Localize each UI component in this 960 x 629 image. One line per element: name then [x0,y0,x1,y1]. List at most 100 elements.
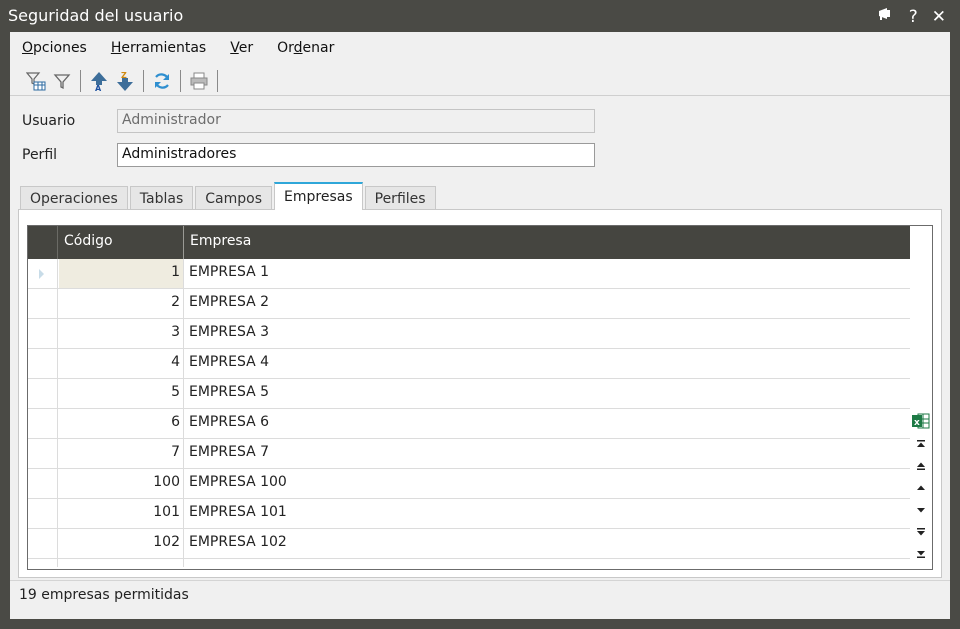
toolbar-separator [143,69,144,92]
toolbar-separator [180,69,181,92]
filter-table-icon[interactable] [26,70,46,92]
print-icon[interactable] [189,70,209,92]
usuario-field: Administrador [117,109,595,133]
toolbar: A Z [10,66,950,96]
menu-ver-accel: V [230,40,239,56]
row-indicator [28,439,58,468]
cell-code: 3 [59,319,184,348]
cell-empresa: EMPRESA 7 [189,444,270,460]
cell-code: 1 [59,259,184,288]
first-record-icon[interactable] [913,435,929,453]
row-indicator [28,349,58,378]
cell-empresa: EMPRESA 5 [189,384,270,400]
row-indicator [28,379,58,408]
menu-ordenar-accel: d [293,40,303,56]
usuario-label: Usuario [22,113,76,129]
next-record-icon[interactable] [913,501,929,519]
sort-ascending-icon[interactable]: A [89,70,109,92]
cell-empresa: EMPRESA 3 [189,324,270,340]
row-indicator [28,319,58,348]
cell-code: 100 [59,469,184,498]
row-indicator [28,469,58,498]
table-row[interactable]: 100 EMPRESA 100 [28,469,910,499]
table-row[interactable]: 7 EMPRESA 7 [28,439,910,469]
table-row[interactable]: 6 EMPRESA 6 [28,409,910,439]
toolbar-separator [80,69,81,92]
user-security-window: Seguridad del usuario ? ✕ Opciones Herra… [0,0,960,629]
column-header-codigo[interactable]: Código [59,226,184,259]
tab-campos[interactable]: Campos [195,186,273,210]
row-indicator [28,559,58,567]
next-page-icon[interactable] [913,523,929,541]
menu-ver-label: er [238,40,254,56]
cell-empresa: EMPRESA 101 [189,504,287,520]
tab-perfiles[interactable]: Perfiles [364,186,436,210]
cell-empresa: EMPRESA 1 [189,264,270,280]
status-divider [10,580,950,581]
previous-page-icon[interactable] [913,457,929,475]
cell-empresa: EMPRESA 4 [189,354,270,370]
excel-export-icon[interactable]: x [912,412,930,430]
last-record-icon[interactable] [913,545,929,563]
table-row[interactable]: 3 EMPRESA 3 [28,319,910,349]
cell-code: 4 [59,349,184,378]
grid-rows: 1 EMPRESA 1 2 EMPRESA 2 3 EMPRESA 3 4 EMPRES… [28,259,910,567]
menu-ordenar-label: enar [302,40,335,56]
menu-ver[interactable]: Ver [230,40,253,56]
table-row[interactable]: 4 EMPRESA 4 [28,349,910,379]
cell-code: 2 [59,289,184,318]
help-button[interactable]: ? [909,7,918,27]
table-row[interactable]: 5 EMPRESA 5 [28,379,910,409]
megaphone-icon[interactable] [877,6,895,27]
perfil-field[interactable]: Administradores [117,143,595,167]
menu-herramientas[interactable]: Herramientas [111,40,206,56]
cell-code: 6 [59,409,184,438]
cell-code: 101 [59,499,184,528]
tab-tablas[interactable]: Tablas [129,186,194,210]
empresas-tab-panel: Código Empresa 1 EMPRESA 1 2 EMPRESA 2 3 EM… [18,209,942,578]
menu-ordenar-pre: Or [277,40,294,56]
sort-descending-icon[interactable]: Z [115,70,135,92]
perfil-label: Perfil [22,147,58,163]
title-controls: ? ✕ [877,6,946,27]
cell-code: 102 [59,529,184,558]
cell-empresa: EMPRESA 102 [189,534,287,550]
row-indicator [28,529,58,558]
tab-strip: Operaciones Tablas Campos Empresas Perfi… [20,182,438,210]
svg-text:x: x [914,418,920,428]
table-row-partial [28,559,910,567]
cell-empresa: EMPRESA 100 [189,474,287,490]
close-button[interactable]: ✕ [932,7,946,27]
cell-empresa: EMPRESA 6 [189,414,270,430]
cell-code: 7 [59,439,184,468]
table-row[interactable]: 2 EMPRESA 2 [28,289,910,319]
tab-operaciones[interactable]: Operaciones [20,186,128,210]
empresas-grid: Código Empresa 1 EMPRESA 1 2 EMPRESA 2 3 EM… [27,225,933,570]
status-text: 19 empresas permitidas [19,587,189,603]
table-row[interactable]: 102 EMPRESA 102 [28,529,910,559]
row-indicator [28,289,58,318]
menu-opciones[interactable]: Opciones [22,40,87,56]
table-row[interactable]: 1 EMPRESA 1 [28,259,910,289]
usuario-row: Usuario Administrador [22,109,595,133]
svg-text:A: A [95,84,102,92]
refresh-icon[interactable] [152,70,172,92]
cell-code [59,559,184,567]
menu-herramientas-accel: H [110,40,122,56]
column-header-empresa[interactable]: Empresa [185,226,910,259]
grid-header: Código Empresa [28,226,910,259]
row-indicator [28,499,58,528]
cell-empresa: EMPRESA 2 [189,294,270,310]
previous-record-icon[interactable] [913,479,929,497]
tab-empresas[interactable]: Empresas [274,182,363,210]
row-indicator-header [28,226,58,259]
toolbar-separator [217,69,218,92]
perfil-row: Perfil Administradores [22,143,595,167]
grid-navigation: x [910,226,932,569]
filter-icon[interactable] [52,70,72,92]
menu-ordenar[interactable]: Ordenar [277,40,334,56]
table-row[interactable]: 101 EMPRESA 101 [28,499,910,529]
cell-code: 5 [59,379,184,408]
window-title: Seguridad del usuario [8,6,184,25]
menu-bar: Opciones Herramientas Ver Ordenar [10,32,950,64]
